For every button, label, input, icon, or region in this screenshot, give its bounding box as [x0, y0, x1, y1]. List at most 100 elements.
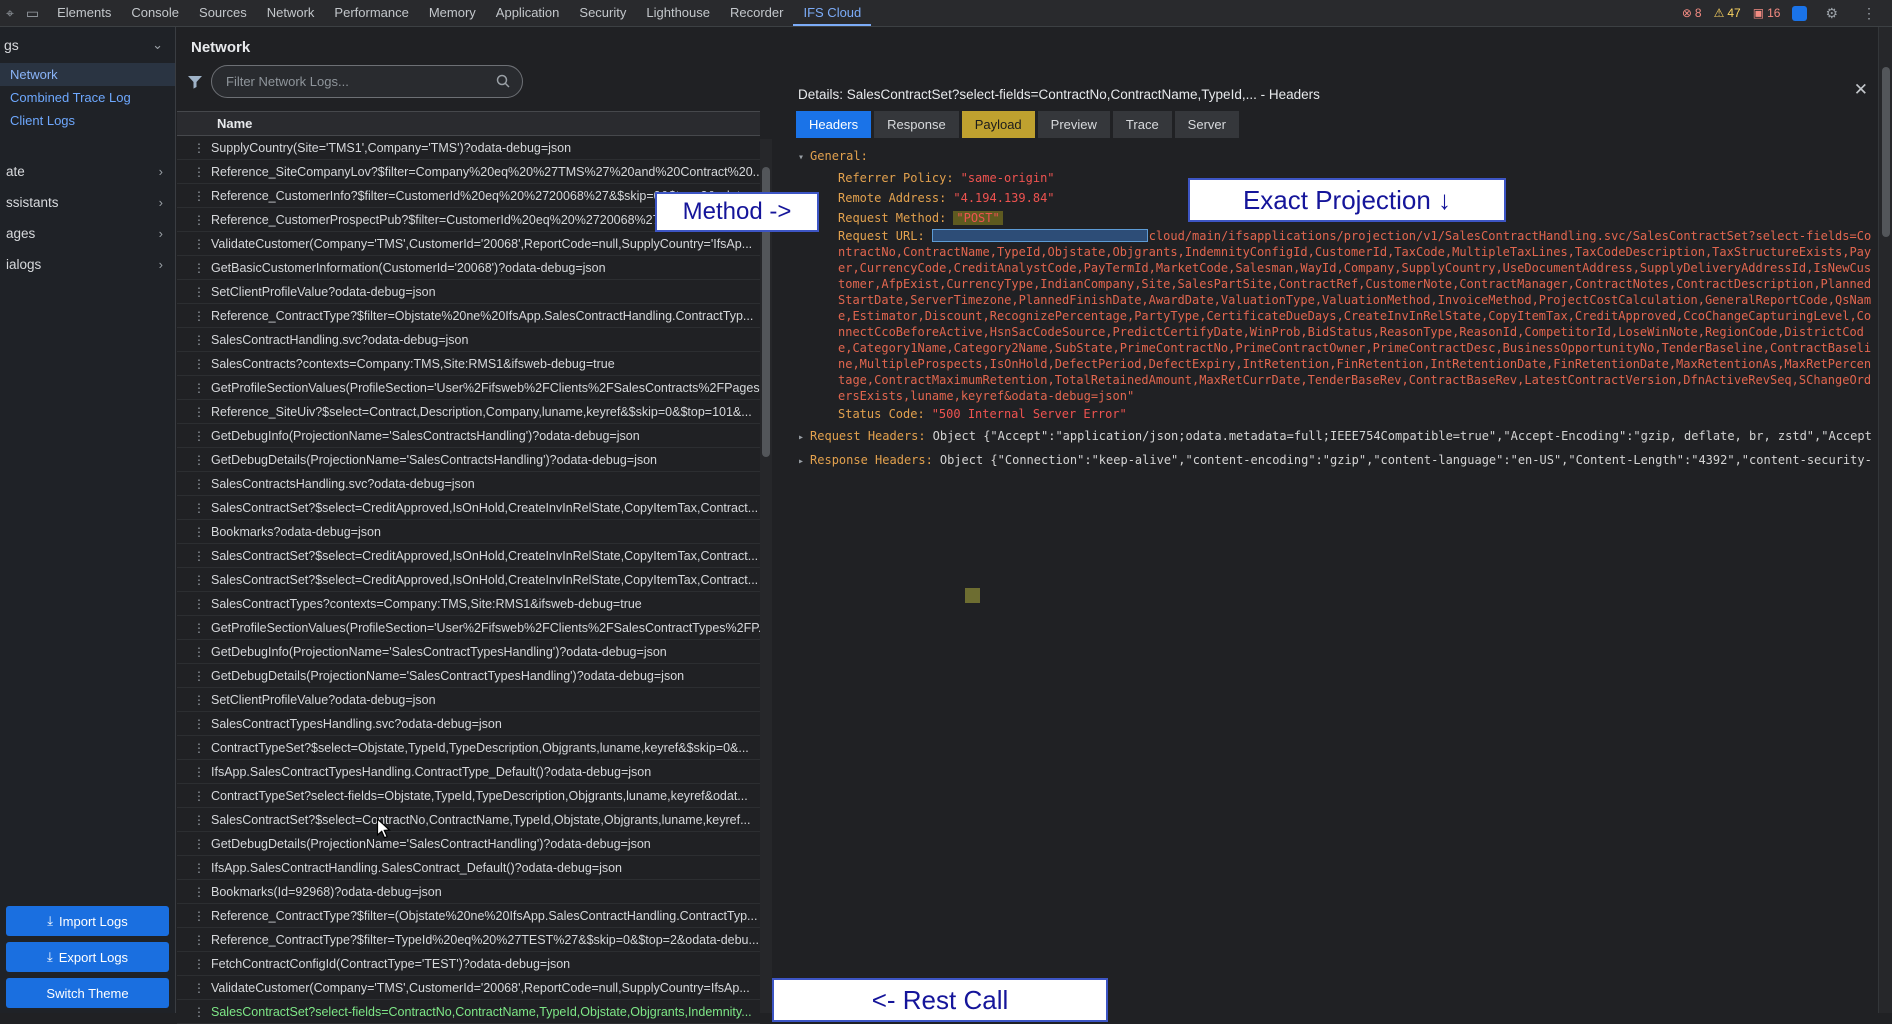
- row-kebab-icon[interactable]: ⋮: [191, 501, 207, 515]
- issue-count-badge[interactable]: ▣ 16: [1753, 6, 1781, 20]
- collapsed-triangle-icon[interactable]: ▸: [798, 456, 804, 467]
- devtools-tab[interactable]: Sources: [189, 0, 257, 26]
- sidebar-group[interactable]: ages ›: [0, 218, 175, 249]
- network-log-row[interactable]: ⋮ GetDebugDetails(ProjectionName='SalesC…: [177, 448, 760, 472]
- sidebar-section-header[interactable]: gs ⌄: [0, 27, 175, 61]
- row-kebab-icon[interactable]: ⋮: [191, 861, 207, 875]
- general-section-row[interactable]: ▾ General:: [782, 146, 1872, 168]
- column-header-name[interactable]: Name: [177, 111, 760, 136]
- row-kebab-icon[interactable]: ⋮: [191, 909, 207, 923]
- warning-count-badge[interactable]: ⚠ 47: [1714, 6, 1741, 20]
- window-scrollbar[interactable]: [1878, 27, 1892, 1013]
- row-kebab-icon[interactable]: ⋮: [191, 597, 207, 611]
- row-kebab-icon[interactable]: ⋮: [191, 789, 207, 803]
- devtools-tab[interactable]: Recorder: [720, 0, 793, 26]
- network-log-row[interactable]: ⋮ GetDebugInfo(ProjectionName='SalesCont…: [177, 424, 760, 448]
- row-kebab-icon[interactable]: ⋮: [191, 957, 207, 971]
- window-scrollbar-thumb[interactable]: [1882, 67, 1890, 237]
- inspect-icon[interactable]: ⌖: [0, 0, 20, 26]
- row-kebab-icon[interactable]: ⋮: [191, 141, 207, 155]
- network-log-row[interactable]: ⋮ SetClientProfileValue?odata-debug=json: [177, 280, 760, 304]
- devtools-tab[interactable]: Application: [486, 0, 570, 26]
- network-log-row[interactable]: ⋮ SalesContracts?contexts=Company:TMS,Si…: [177, 352, 760, 376]
- devtools-tab[interactable]: Elements: [47, 0, 121, 26]
- details-tab[interactable]: Headers: [796, 111, 872, 138]
- list-scrollbar[interactable]: [760, 139, 772, 1013]
- row-kebab-icon[interactable]: ⋮: [191, 285, 207, 299]
- row-kebab-icon[interactable]: ⋮: [191, 573, 207, 587]
- devtools-tab[interactable]: Console: [121, 0, 189, 26]
- sidebar-button[interactable]: Switch Theme: [6, 978, 169, 1008]
- details-tab[interactable]: Payload: [961, 111, 1035, 138]
- network-log-row[interactable]: ⋮ Reference_SiteUiv?$select=Contract,Des…: [177, 400, 760, 424]
- row-kebab-icon[interactable]: ⋮: [191, 717, 207, 731]
- row-kebab-icon[interactable]: ⋮: [191, 1005, 207, 1019]
- row-kebab-icon[interactable]: ⋮: [191, 333, 207, 347]
- sidebar-button[interactable]: ⤓ Import Logs: [6, 906, 169, 936]
- extension-icon[interactable]: [1792, 5, 1808, 21]
- sidebar-group[interactable]: ate ›: [0, 156, 175, 187]
- network-log-row[interactable]: ⋮ GetProfileSectionValues(ProfileSection…: [177, 376, 760, 400]
- row-kebab-icon[interactable]: ⋮: [191, 765, 207, 779]
- sidebar-link[interactable]: Network: [0, 63, 175, 86]
- close-icon[interactable]: ✕: [1854, 80, 1868, 100]
- row-kebab-icon[interactable]: ⋮: [191, 837, 207, 851]
- network-log-row[interactable]: ⋮ GetProfileSectionValues(ProfileSection…: [177, 616, 760, 640]
- network-log-row[interactable]: ⋮ Reference_ContractType?$filter=(Objsta…: [177, 904, 760, 928]
- network-log-row[interactable]: ⋮ SupplyCountry(Site='TMS1',Company='TMS…: [177, 136, 760, 160]
- row-kebab-icon[interactable]: ⋮: [191, 933, 207, 947]
- network-log-row[interactable]: ⋮ GetDebugDetails(ProjectionName='SalesC…: [177, 832, 760, 856]
- row-kebab-icon[interactable]: ⋮: [191, 429, 207, 443]
- devtools-tab[interactable]: Memory: [419, 0, 486, 26]
- devtools-tab[interactable]: Performance: [324, 0, 418, 26]
- row-kebab-icon[interactable]: ⋮: [191, 213, 207, 227]
- filter-funnel-icon[interactable]: [187, 75, 203, 89]
- row-kebab-icon[interactable]: ⋮: [191, 525, 207, 539]
- network-log-row[interactable]: ⋮ Reference_SiteCompanyLov?$filter=Compa…: [177, 160, 760, 184]
- network-log-row[interactable]: ⋮ SalesContractSet?$select=CreditApprove…: [177, 496, 760, 520]
- details-tab[interactable]: Response: [874, 111, 959, 138]
- network-log-row[interactable]: ⋮ FetchContractConfigId(ContractType='TE…: [177, 952, 760, 976]
- filter-input[interactable]: [211, 65, 523, 98]
- network-log-row[interactable]: ⋮ Reference_ContractType?$filter=Objstat…: [177, 304, 760, 328]
- network-log-row[interactable]: ⋮ ContractTypeSet?select-fields=Objstate…: [177, 784, 760, 808]
- row-kebab-icon[interactable]: ⋮: [191, 237, 207, 251]
- network-log-row[interactable]: ⋮ GetBasicCustomerInformation(CustomerId…: [177, 256, 760, 280]
- network-log-row[interactable]: ⋮ GetDebugInfo(ProjectionName='SalesCont…: [177, 640, 760, 664]
- row-kebab-icon[interactable]: ⋮: [191, 453, 207, 467]
- row-kebab-icon[interactable]: ⋮: [191, 165, 207, 179]
- devtools-tab[interactable]: IFS Cloud: [793, 0, 871, 26]
- sidebar-link[interactable]: Client Logs: [0, 109, 175, 132]
- network-log-row[interactable]: ⋮ SalesContractTypesHandling.svc?odata-d…: [177, 712, 760, 736]
- row-kebab-icon[interactable]: ⋮: [191, 549, 207, 563]
- network-log-row[interactable]: ⋮ SalesContractHandling.svc?odata-debug=…: [177, 328, 760, 352]
- details-tab[interactable]: Preview: [1037, 111, 1110, 138]
- network-log-row[interactable]: ⋮ SalesContractSet?$select=CreditApprove…: [177, 568, 760, 592]
- kebab-menu-icon[interactable]: ⋮: [1856, 0, 1882, 26]
- row-kebab-icon[interactable]: ⋮: [191, 405, 207, 419]
- row-kebab-icon[interactable]: ⋮: [191, 981, 207, 995]
- row-kebab-icon[interactable]: ⋮: [191, 813, 207, 827]
- row-kebab-icon[interactable]: ⋮: [191, 261, 207, 275]
- request-headers-row[interactable]: ▸ Request Headers: Object {"Accept":"appli…: [782, 426, 1872, 448]
- network-log-row[interactable]: ⋮ ValidateCustomer(Company='TMS',Custome…: [177, 232, 760, 256]
- network-log-row[interactable]: ⋮ IfsApp.SalesContractTypesHandling.Cont…: [177, 760, 760, 784]
- response-headers-row[interactable]: ▸ Response Headers: Object {"Connection":"…: [782, 450, 1872, 472]
- error-count-badge[interactable]: ⊗ 8: [1682, 6, 1702, 20]
- settings-gear-icon[interactable]: ⚙: [1819, 0, 1844, 26]
- row-kebab-icon[interactable]: ⋮: [191, 381, 207, 395]
- row-kebab-icon[interactable]: ⋮: [191, 669, 207, 683]
- row-kebab-icon[interactable]: ⋮: [191, 477, 207, 491]
- network-log-row[interactable]: ⋮ ContractTypeSet?$select=Objstate,TypeI…: [177, 736, 760, 760]
- network-log-row[interactable]: ⋮ SalesContractsHandling.svc?odata-debug…: [177, 472, 760, 496]
- network-log-row[interactable]: ⋮ SalesContractSet?$select=ContractNo,Co…: [177, 808, 760, 832]
- details-tab[interactable]: Server: [1174, 111, 1239, 138]
- row-kebab-icon[interactable]: ⋮: [191, 645, 207, 659]
- expanded-triangle-icon[interactable]: ▾: [798, 152, 804, 163]
- network-log-row[interactable]: ⋮ SalesContractSet?$select=CreditApprove…: [177, 544, 760, 568]
- device-toolbar-icon[interactable]: ▭: [20, 0, 45, 26]
- network-log-row[interactable]: ⋮ IfsApp.SalesContractHandling.SalesCont…: [177, 856, 760, 880]
- network-log-row[interactable]: ⋮ GetDebugDetails(ProjectionName='SalesC…: [177, 664, 760, 688]
- network-log-row[interactable]: ⋮ ValidateCustomer(Company='TMS',Custome…: [177, 976, 760, 1000]
- sidebar-group[interactable]: ssistants ›: [0, 187, 175, 218]
